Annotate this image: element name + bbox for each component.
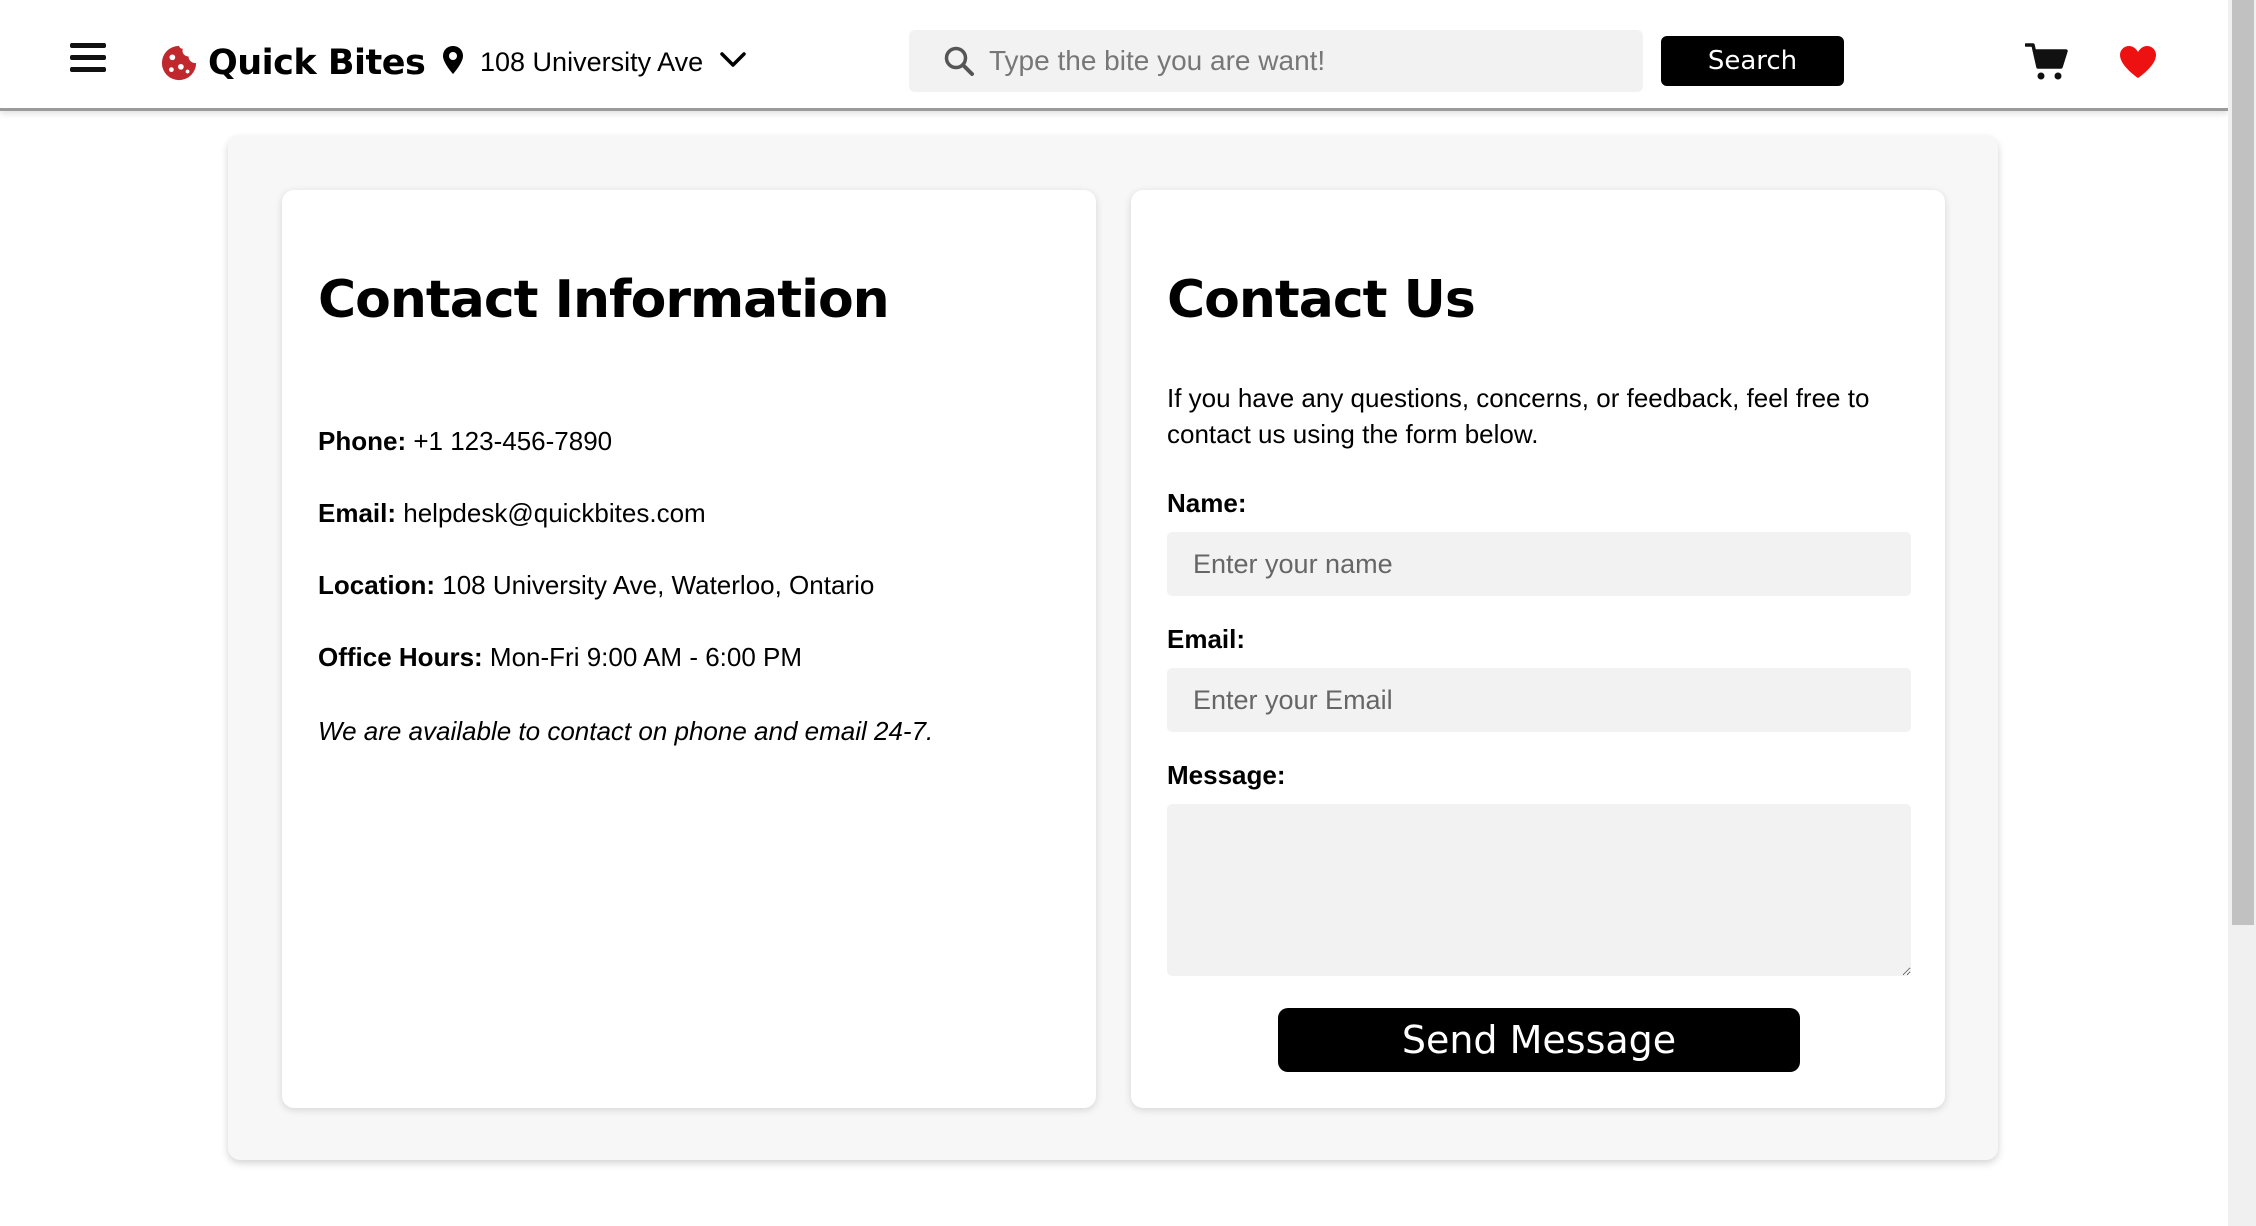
message-field[interactable] [1167, 804, 1911, 976]
map-pin-icon [440, 45, 466, 80]
name-field[interactable] [1167, 532, 1911, 596]
page-scrollbar[interactable] [2228, 0, 2256, 1226]
location-line: Location: 108 University Ave, Waterloo, … [318, 570, 874, 601]
email-field[interactable] [1167, 668, 1911, 732]
phone-line: Phone: +1 123-456-7890 [318, 426, 612, 457]
message-label: Message: [1167, 760, 1286, 790]
availability-note: We are available to contact on phone and… [318, 716, 934, 746]
phone-label: Phone: [318, 426, 407, 456]
contact-intro-text: If you have any questions, concerns, or … [1167, 383, 1870, 449]
contact-us-title: Contact Us [1167, 270, 1476, 330]
email-label: Email: [318, 498, 397, 528]
search-icon [944, 46, 974, 76]
contact-information-title: Contact Information [318, 270, 890, 330]
phone-value: +1 123-456-7890 [413, 426, 613, 456]
chevron-down-icon [719, 50, 747, 75]
contact-us-card: Contact Us If you have any questions, co… [1131, 190, 1945, 1108]
search-button[interactable]: Search [1661, 36, 1844, 86]
cookie-icon [161, 45, 197, 81]
cart-icon[interactable] [2025, 42, 2069, 82]
location-value: 108 University Ave, Waterloo, Ontario [442, 570, 875, 600]
location-label: Location: [318, 570, 435, 600]
search-input[interactable] [987, 44, 1631, 78]
top-navbar: Quick Bites 108 University Ave Search [0, 0, 2228, 111]
contact-container: Contact Information Phone: +1 123-456-78… [228, 136, 1998, 1160]
email-line: Email: helpdesk@quickbites.com [318, 498, 706, 529]
brand-name: Quick Bites [208, 43, 426, 83]
name-label: Name: [1167, 488, 1247, 518]
email-value: helpdesk@quickbites.com [403, 498, 706, 528]
office-hours-line: Office Hours: Mon-Fri 9:00 AM - 6:00 PM [318, 642, 802, 673]
contact-information-card: Contact Information Phone: +1 123-456-78… [282, 190, 1096, 1108]
menu-icon[interactable] [70, 43, 106, 73]
location-label: 108 University Ave [480, 46, 704, 77]
office-hours-label: Office Hours: [318, 642, 483, 672]
scrollbar-thumb[interactable] [2232, 0, 2254, 925]
send-message-button[interactable]: Send Message [1278, 1008, 1800, 1072]
email-label: Email: [1167, 624, 1246, 654]
location-selector[interactable]: 108 University Ave [440, 42, 747, 82]
brand-logo[interactable]: Quick Bites [160, 38, 426, 88]
search-bar [909, 30, 1643, 92]
office-hours-value: Mon-Fri 9:00 AM - 6:00 PM [489, 642, 803, 672]
heart-icon[interactable] [2118, 44, 2158, 80]
